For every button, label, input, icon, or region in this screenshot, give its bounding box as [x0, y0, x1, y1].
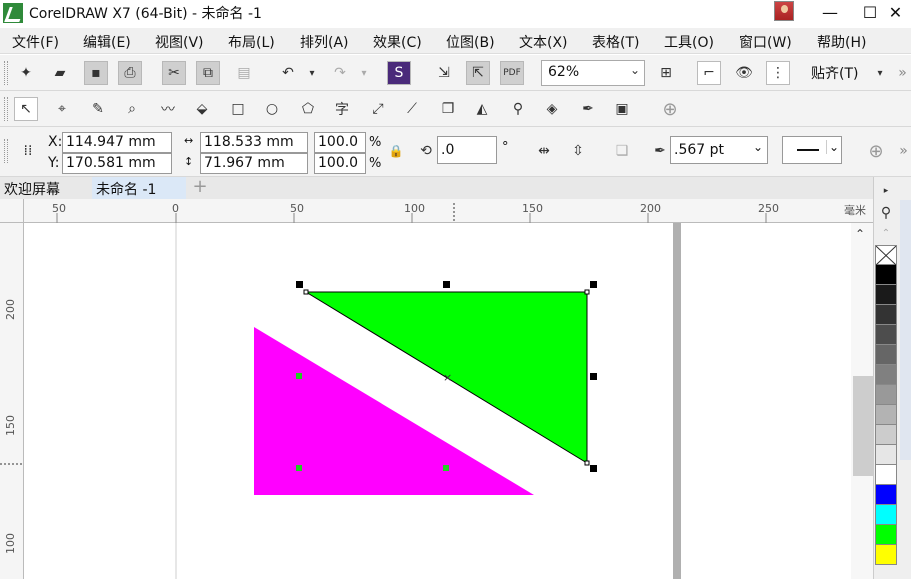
- vertical-scrollbar[interactable]: ⌃: [851, 223, 873, 579]
- color-swatch[interactable]: [875, 385, 897, 405]
- color-swatch[interactable]: [875, 425, 897, 445]
- docker-tab[interactable]: [900, 200, 911, 460]
- color-swatch[interactable]: [875, 345, 897, 365]
- color-swatch[interactable]: [875, 485, 897, 505]
- node-handle[interactable]: [303, 289, 309, 295]
- color-swatch[interactable]: [875, 405, 897, 425]
- color-swatch[interactable]: [875, 525, 897, 545]
- color-swatch[interactable]: [875, 465, 897, 485]
- node-handle[interactable]: [296, 465, 302, 471]
- scroll-up-icon[interactable]: ⌃: [855, 227, 865, 241]
- handle-top-center[interactable]: [443, 281, 450, 288]
- color-palette: [875, 245, 897, 565]
- node-handle[interactable]: [296, 373, 302, 379]
- palette-scroll-up-icon[interactable]: ⌃: [876, 223, 896, 243]
- center-marker-icon[interactable]: ×: [443, 371, 452, 384]
- node-handle[interactable]: [584, 289, 590, 295]
- handle-middle-right[interactable]: [590, 373, 597, 380]
- color-swatch[interactable]: [875, 445, 897, 465]
- swatch-list: [875, 265, 897, 565]
- node-handle[interactable]: [584, 460, 590, 466]
- color-swatch[interactable]: [875, 365, 897, 385]
- color-swatch[interactable]: [875, 325, 897, 345]
- color-swatch[interactable]: [875, 505, 897, 525]
- node-handle[interactable]: [443, 465, 449, 471]
- eyedropper-icon[interactable]: ⚲: [876, 203, 896, 223]
- no-color-icon: [876, 246, 896, 265]
- palette-menu-icon[interactable]: ▸: [876, 181, 896, 201]
- handle-top-left[interactable]: [296, 281, 303, 288]
- color-swatch[interactable]: [875, 265, 897, 285]
- scrollbar-thumb[interactable]: [853, 376, 873, 476]
- handle-top-right[interactable]: [590, 281, 597, 288]
- handle-bottom-right[interactable]: [590, 465, 597, 472]
- color-swatch[interactable]: [875, 545, 897, 565]
- no-color-swatch[interactable]: [875, 245, 897, 265]
- color-swatch[interactable]: [875, 285, 897, 305]
- color-swatch[interactable]: [875, 305, 897, 325]
- drawing-layer: ×: [175, 223, 597, 579]
